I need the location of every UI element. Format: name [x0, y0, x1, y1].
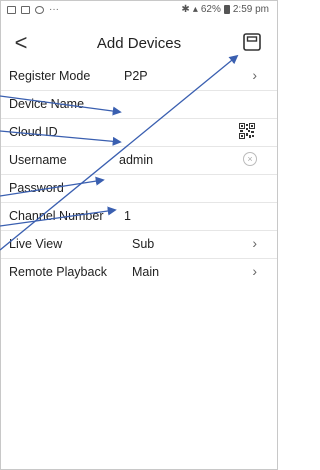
- remote-playback-label: Remote Playback: [9, 265, 107, 279]
- register-mode-label: Register Mode: [9, 69, 91, 83]
- status-right: ✱ ▴ 62% 2:59 pm: [181, 4, 269, 15]
- gallery-icon: [21, 5, 30, 14]
- device-form: Register Mode P2P › Device Name Cloud ID: [1, 63, 277, 286]
- username-input[interactable]: [119, 151, 229, 169]
- password-input[interactable]: [119, 179, 229, 197]
- chevron-right-icon: ›: [252, 67, 257, 83]
- notification-icon: [7, 5, 16, 14]
- username-label: Username: [9, 153, 67, 167]
- phone-screen: ··· ✱ ▴ 62% 2:59 pm < Add Devices Regist…: [0, 0, 278, 470]
- row-channel-number: Channel Number: [1, 203, 277, 231]
- row-device-name: Device Name: [1, 91, 277, 119]
- row-password: Password: [1, 175, 277, 203]
- remote-playback-value: Main: [132, 265, 160, 279]
- bluetooth-icon: ✱: [181, 4, 190, 15]
- save-icon[interactable]: [243, 33, 261, 51]
- battery-icon: [223, 5, 230, 14]
- device-name-label: Device Name: [9, 97, 85, 111]
- live-view-label: Live View: [9, 237, 63, 251]
- battery-percent: 62%: [200, 4, 221, 15]
- status-bar: ··· ✱ ▴ 62% 2:59 pm: [1, 1, 277, 19]
- page-title: Add Devices: [96, 35, 182, 52]
- app-notification-icon: [35, 5, 44, 14]
- chevron-right-icon: ›: [252, 263, 257, 279]
- header: < Add Devices: [1, 27, 277, 61]
- device-name-input[interactable]: [119, 95, 229, 113]
- password-label: Password: [9, 181, 64, 195]
- row-register-mode[interactable]: Register Mode P2P ›: [1, 63, 277, 91]
- status-left: ···: [7, 4, 59, 15]
- cloud-id-input[interactable]: [119, 123, 229, 141]
- row-live-view[interactable]: Live View Sub ›: [1, 231, 277, 259]
- chevron-right-icon: ›: [252, 235, 257, 251]
- channel-number-input[interactable]: [124, 207, 234, 225]
- channel-number-label: Channel Number: [9, 209, 104, 223]
- signal-icon: ▴: [192, 4, 198, 15]
- live-view-value: Sub: [132, 237, 155, 251]
- cloud-id-label: Cloud ID: [9, 125, 58, 139]
- clock: 2:59 pm: [232, 4, 269, 15]
- more-notifications: ···: [49, 4, 59, 15]
- row-cloud-id: Cloud ID: [1, 119, 277, 147]
- register-mode-value: P2P: [124, 69, 148, 83]
- row-username: Username ×: [1, 147, 277, 175]
- qr-scan-icon[interactable]: [239, 123, 255, 139]
- row-remote-playback[interactable]: Remote Playback Main ›: [1, 259, 277, 286]
- clear-icon[interactable]: ×: [243, 152, 257, 166]
